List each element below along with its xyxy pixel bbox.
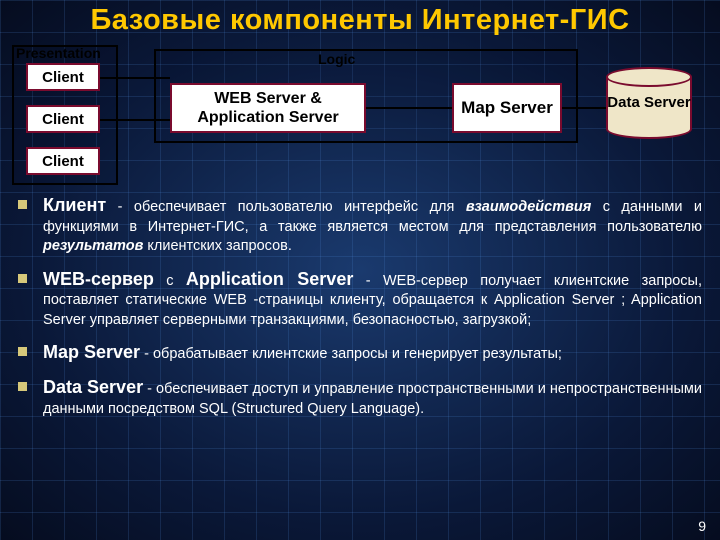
term-mapserver: Map Server [43, 342, 140, 362]
list-item: Data Server - обеспечивает доступ и упра… [18, 375, 702, 419]
logic-label: Logic [318, 51, 355, 67]
web-app-server-box: WEB Server & Application Server [170, 83, 366, 133]
bullet-icon [18, 382, 27, 391]
term-dataserver: Data Server [43, 377, 143, 397]
term-web: WEB-сервер [43, 269, 154, 289]
list-item: Map Server - обрабатывает клиентские зап… [18, 340, 702, 365]
connector [366, 107, 452, 109]
bullet-icon [18, 274, 27, 283]
client-box-2: Client [26, 105, 100, 133]
term-client: Клиент [43, 195, 106, 215]
map-server-box: Map Server [452, 83, 562, 133]
bullet-icon [18, 200, 27, 209]
data-server-label: Data Server [606, 67, 692, 139]
connector [100, 77, 170, 79]
bullet-icon [18, 347, 27, 356]
presentation-label: Presentation [16, 45, 101, 61]
data-server-cylinder: Data Server [606, 67, 692, 139]
page-title: Базовые компоненты Интернет-ГИС [18, 4, 702, 37]
list-item: WEB-сервер с Application Server - WEB-се… [18, 267, 702, 331]
connector [100, 119, 170, 121]
architecture-diagram: Presentation Logic Client Client Client … [18, 39, 702, 187]
list-item: Клиент - обеспечивает пользователю интер… [18, 193, 702, 257]
connector [562, 107, 606, 109]
client-box-1: Client [26, 63, 100, 91]
term-appserver: Application Server [186, 269, 353, 289]
bullet-list: Клиент - обеспечивает пользователю интер… [18, 193, 702, 419]
client-box-3: Client [26, 147, 100, 175]
page-number: 9 [698, 518, 706, 534]
